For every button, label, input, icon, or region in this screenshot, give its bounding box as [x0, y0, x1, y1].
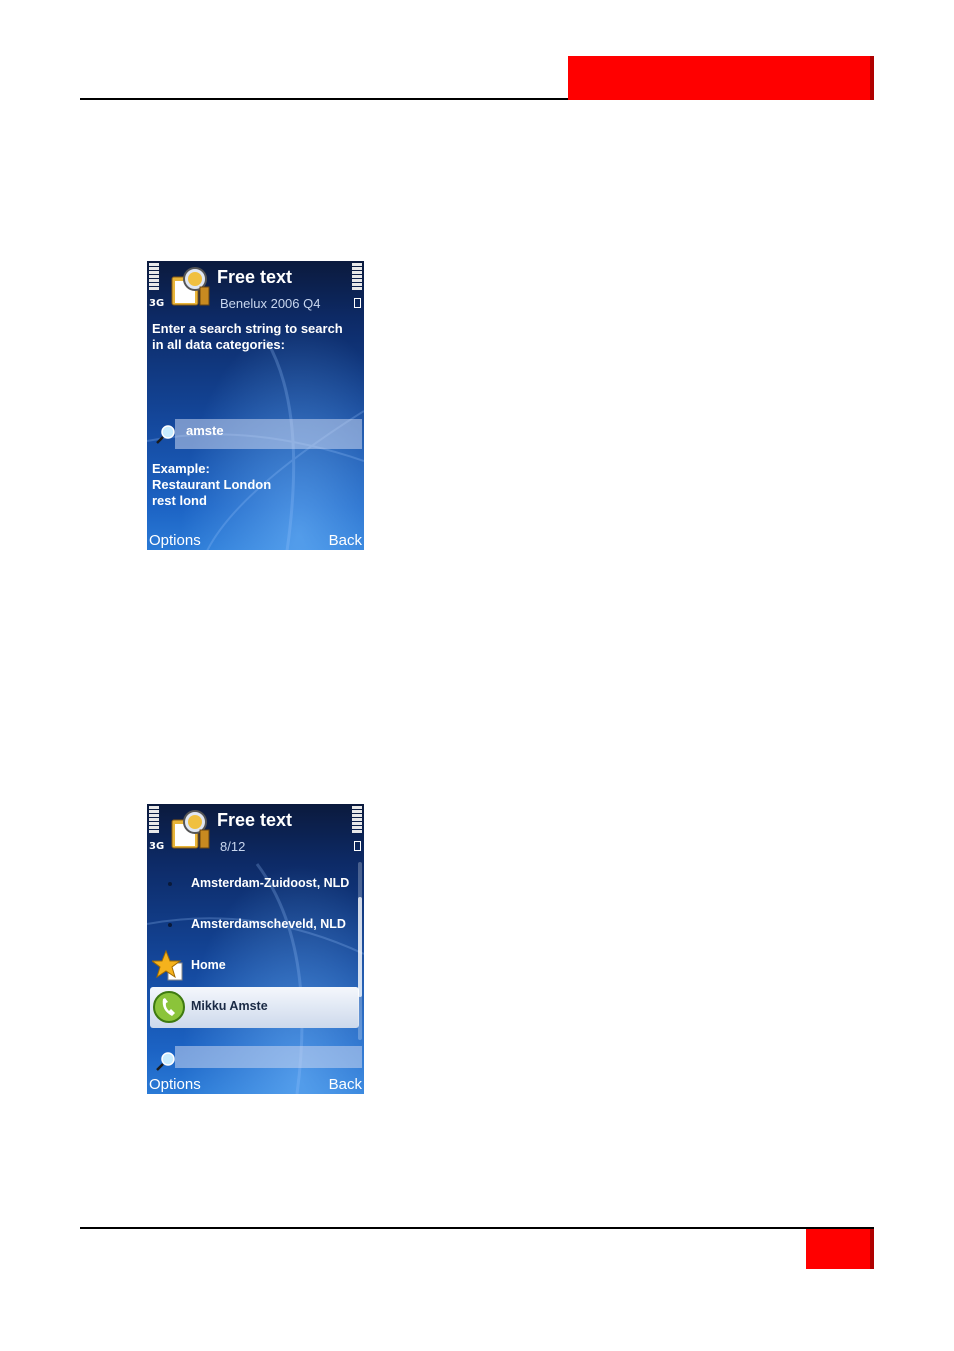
list-item-label: Amsterdam-Zuidoost, NLD — [191, 876, 350, 890]
list-item[interactable]: Home — [150, 946, 359, 987]
example-line-3: rest lond — [152, 493, 207, 508]
softkey-bar: Options Back — [147, 530, 364, 550]
battery-icon — [354, 298, 361, 308]
magnifier-icon — [156, 425, 175, 444]
footer-page-box — [806, 1229, 870, 1269]
network-indicator: 3G — [149, 841, 165, 852]
phone-screen-search: 3G Free text Benelux 2006 Q4 Enter a sea… — [147, 261, 364, 550]
example-line-1: Example: — [152, 461, 210, 476]
phone-contact-icon — [153, 991, 185, 1023]
footer-page-box-edge — [870, 1229, 874, 1269]
search-input[interactable]: amste — [175, 419, 362, 449]
scrollbar-thumb[interactable] — [358, 897, 362, 997]
header-rule — [80, 98, 570, 100]
phone-screen-results: 3G Free text 8/12 Amsterdam-Zuidoost, NL… — [147, 804, 364, 1094]
list-item-label: Mikku Amste — [191, 999, 268, 1013]
screen-title: Free text — [217, 267, 293, 287]
options-softkey[interactable]: Options — [149, 1076, 201, 1093]
screen-title: Free text — [217, 810, 293, 830]
signal-strength-icon — [149, 806, 159, 834]
list-item-label: Amsterdamscheveld, NLD — [191, 917, 346, 931]
bullet-icon — [168, 882, 172, 886]
header-brand-bar — [568, 56, 870, 100]
options-softkey[interactable]: Options — [149, 532, 201, 549]
example-text: Example: Restaurant London rest lond — [152, 461, 271, 509]
list-item-label: Home — [191, 958, 226, 972]
list-item[interactable]: Amsterdamscheveld, NLD — [150, 905, 359, 946]
search-prompt: Enter a search string to search in all d… — [152, 321, 362, 353]
battery-level-icon — [352, 806, 362, 834]
back-softkey[interactable]: Back — [329, 532, 362, 549]
search-row: amste — [151, 419, 362, 449]
network-indicator: 3G — [149, 298, 165, 309]
prompt-line-2: in all data categories: — [152, 337, 285, 352]
battery-level-icon — [352, 263, 362, 291]
folder-globe-icon — [171, 810, 210, 849]
list-item[interactable]: Amsterdam-Zuidoost, NLD — [150, 864, 359, 905]
signal-strength-icon — [149, 263, 159, 291]
results-list: Amsterdam-Zuidoost, NLD Amsterdamschevel… — [147, 864, 364, 1028]
screen-subtitle: Benelux 2006 Q4 — [220, 296, 321, 311]
bullet-icon — [168, 923, 172, 927]
result-counter: 8/12 — [220, 839, 246, 854]
back-softkey[interactable]: Back — [329, 1076, 362, 1093]
folder-globe-icon — [171, 267, 210, 306]
footer-rule — [80, 1227, 874, 1229]
search-row — [151, 1046, 362, 1074]
prompt-line-1: Enter a search string to search — [152, 321, 343, 336]
star-icon — [152, 949, 183, 981]
example-line-2: Restaurant London — [152, 477, 272, 492]
softkey-bar: Options Back — [147, 1074, 364, 1094]
scrollbar[interactable] — [358, 862, 362, 1040]
search-input[interactable] — [175, 1046, 362, 1068]
list-item-selected[interactable]: Mikku Amste — [150, 987, 359, 1028]
header-brand-bar-edge — [870, 56, 874, 100]
magnifier-icon — [156, 1052, 175, 1071]
battery-icon — [354, 841, 361, 851]
